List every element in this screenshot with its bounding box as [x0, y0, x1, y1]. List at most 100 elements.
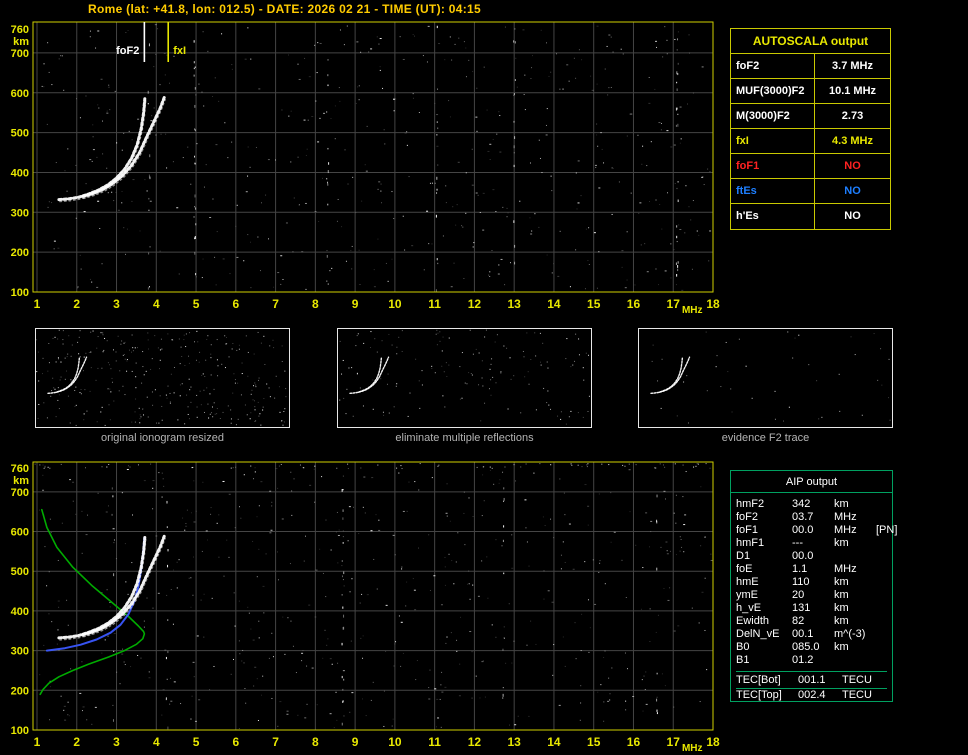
aip-value: 00.1: [792, 628, 814, 640]
x-tick-label: 7: [272, 297, 279, 311]
x-tick-label: 9: [352, 297, 359, 311]
x-tick-label: 4: [153, 735, 160, 749]
x-tick-label: 2: [73, 297, 80, 311]
thumbnail-ionogram: [339, 329, 590, 425]
top-ionogram-plot: foF2 fxI760700600500400300200100km1 2 3 4 5 6 7…: [11, 21, 720, 316]
x-tick-label: 12: [468, 735, 482, 749]
aip-param: DelN_vE: [736, 628, 780, 640]
x-tick-label: 13: [507, 297, 521, 311]
y-axis-unit: km: [13, 36, 29, 48]
x-axis-unit: MHz: [682, 305, 703, 316]
x-tick-label: 15: [587, 297, 601, 311]
aip-param: ymE: [736, 589, 758, 601]
param-label: M(3000)F2: [731, 104, 815, 128]
aip-note: [876, 589, 887, 602]
aip-value: 131: [792, 602, 811, 614]
param-value: NO: [844, 210, 861, 222]
x-tick-label: 6: [232, 735, 239, 749]
y-tick-label: 300: [11, 646, 29, 658]
aip-value: 342: [792, 498, 811, 510]
y-tick-label: 500: [11, 566, 29, 578]
aip-note: [876, 641, 887, 654]
aip-note: [876, 563, 887, 576]
x-tick-label: 17: [667, 297, 681, 311]
bottom-ionogram-plot: 760700600500400300200100km1 2 3 4 5 6 7 8 9 10 11 1…: [11, 461, 720, 754]
y-tick-label: 600: [11, 527, 29, 539]
param-value: NO: [844, 185, 861, 197]
aip-table-title: AIP output: [731, 471, 892, 493]
aip-row-yme: ymE 20 km: [736, 589, 887, 602]
x-tick-label: 7: [272, 735, 279, 749]
x-tick-label: 9: [352, 735, 359, 749]
fxI-marker-label: fxI: [173, 45, 186, 57]
aip-row-d1: D1 00.0: [736, 550, 887, 563]
aip-param: hmF2: [736, 498, 765, 510]
aip-row-hme: hmE 110 km: [736, 576, 887, 589]
thumbnail-caption-2: eliminate multiple reflections: [395, 432, 534, 444]
aip-unit: km: [834, 641, 849, 653]
param-label: foF1: [731, 154, 815, 178]
y-tick-label: 200: [11, 247, 29, 259]
x-tick-label: 6: [232, 297, 239, 311]
aip-row-ewidth: Ewidth 82 km: [736, 615, 887, 628]
autoscala-row-m-3000-f2: M(3000)F2 2.73: [731, 104, 890, 129]
aip-unit: km: [834, 602, 849, 614]
aip-note: [876, 615, 887, 628]
param-label: MUF(3000)F2: [731, 79, 815, 103]
aip-param: D1: [736, 550, 751, 562]
fitted-f2-trace: [45, 536, 146, 652]
aip-unit: km: [834, 537, 849, 549]
x-tick-label: 3: [113, 735, 120, 749]
x-tick-label: 1: [34, 735, 41, 749]
aip-table-rows: hmF2 342 km foF2 03.7 MHz foF1 00.0 MHz [PN] hmF1 -…: [731, 493, 897, 667]
mini-trace: [349, 357, 383, 394]
x-tick-label: 5: [193, 735, 200, 749]
aip-value: 00.0: [792, 550, 814, 562]
aip-row-h-ve: h_vE 131 km: [736, 602, 887, 615]
y-tick-label: 700: [11, 48, 29, 60]
mini-trace: [358, 356, 390, 393]
tec-value: 001.1: [798, 674, 826, 686]
x-tick-label: 17: [667, 735, 681, 749]
y-tick-label: 400: [11, 606, 29, 618]
x-tick-label: 13: [507, 735, 521, 749]
y-axis-unit: km: [13, 475, 29, 487]
mini-trace: [47, 357, 81, 394]
aip-row-fof1: foF1 00.0 MHz [PN]: [736, 524, 897, 537]
aip-value: 20: [792, 589, 805, 601]
thumbnail-3: [638, 328, 893, 428]
thumbnail-2: [337, 328, 592, 428]
aip-note: [876, 511, 887, 524]
f2-trace-o-mode: [57, 97, 147, 202]
aip-unit: [834, 550, 876, 563]
param-value: 3.7 MHz: [832, 60, 873, 72]
x-tick-label: 11: [428, 735, 441, 749]
x-tick-label: 5: [193, 297, 200, 311]
aip-note: [PN]: [876, 524, 898, 536]
param-value: NO: [844, 160, 861, 172]
param-label: h'Es: [731, 204, 815, 229]
tec-unit: TECU: [842, 689, 872, 701]
f2-trace-x-mode-echo: [83, 537, 166, 638]
param-label: foF2: [731, 54, 815, 78]
autoscala-window: Rome (lat: +41.8, lon: 012.5) - DATE: 20…: [0, 0, 968, 755]
autoscala-row-fof1: foF1 NO: [731, 154, 890, 179]
x-tick-label: 1: [34, 297, 41, 311]
aip-note: [876, 576, 887, 589]
x-tick-label: 18: [706, 297, 720, 311]
aip-row-b1: B1 01.2: [736, 654, 887, 667]
tec-param: TEC[Bot]: [736, 674, 781, 686]
aip-param: hmE: [736, 576, 759, 588]
y-tick-label: 760: [11, 24, 29, 36]
aip-unit: [834, 654, 876, 667]
aip-note: [876, 537, 887, 550]
aip-note: [876, 654, 887, 667]
aip-note: [876, 550, 887, 563]
aip-value: 82: [792, 615, 805, 627]
aip-unit: MHz: [834, 563, 857, 575]
x-tick-label: 14: [547, 297, 561, 311]
aip-unit: MHz: [834, 524, 857, 536]
aip-param: B0: [736, 641, 750, 653]
aip-param: hmF1: [736, 537, 765, 549]
aip-unit: km: [834, 615, 849, 627]
